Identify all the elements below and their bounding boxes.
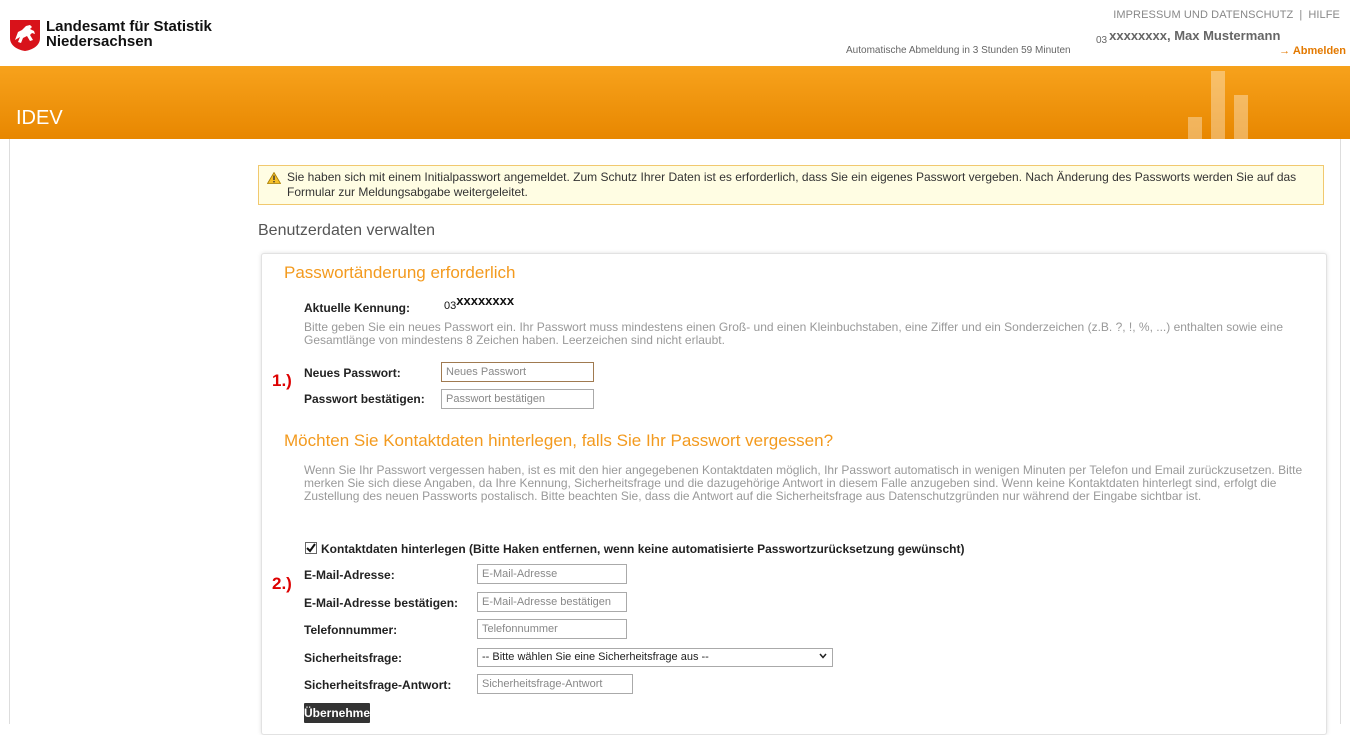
- password-instructions: Bitte geben Sie ein neues Passwort ein. …: [304, 320, 1283, 347]
- email-label: E-Mail-Adresse:: [304, 568, 395, 582]
- contact-description: Wenn Sie Ihr Passwort vergessen haben, i…: [304, 463, 1303, 503]
- submit-button[interactable]: Übernehmen: [304, 703, 377, 723]
- kennung-label: Aktuelle Kennung:: [304, 301, 411, 315]
- user-id-prefix: 03: [1096, 35, 1108, 46]
- lower-saxony-horse-logo-icon: [10, 20, 40, 51]
- app-banner: IDEV: [0, 66, 1350, 139]
- checkmark-icon: [306, 543, 316, 553]
- logout-link[interactable]: → Abmelden: [1279, 45, 1346, 57]
- kennung-prefix: 03: [444, 300, 457, 312]
- confirm-password-label: Passwort bestätigen:: [304, 392, 425, 406]
- top-header: Landesamt für Statistik Niedersachsen IM…: [0, 0, 1350, 66]
- link-separator: |: [1299, 9, 1303, 21]
- warning-text: Sie haben sich mit einem Initialpasswort…: [287, 170, 1297, 199]
- app-title: IDEV: [16, 107, 63, 129]
- phone-label: Telefonnummer:: [304, 623, 398, 637]
- new-password-label: Neues Passwort:: [304, 366, 401, 380]
- warning-icon: [267, 172, 281, 184]
- step-marker-1: 1.): [272, 371, 292, 390]
- user-info: 03 xxxxxxxx, Max Mustermann: [1096, 28, 1280, 46]
- contact-heading: Möchten Sie Kontaktdaten hinterlegen, fa…: [284, 431, 834, 450]
- security-question-select[interactable]: -- Bitte wählen Sie eine Sicherheitsfrag…: [477, 648, 833, 667]
- kennung-value: 03xxxxxxxx: [444, 293, 514, 312]
- help-link[interactable]: HILFE: [1308, 9, 1340, 21]
- email-confirm-input[interactable]: [477, 592, 627, 612]
- brand-line-2: Niedersachsen: [46, 33, 153, 50]
- security-question-selected: -- Bitte wählen Sie eine Sicherheitsfrag…: [482, 651, 709, 663]
- banner-decoration-bar: [1234, 95, 1248, 139]
- kennung-id: xxxxxxxx: [456, 293, 515, 308]
- top-links: IMPRESSUM UND DATENSCHUTZ | HILFE: [1113, 9, 1340, 21]
- store-contact-checkbox[interactable]: [305, 542, 317, 554]
- left-border: [9, 139, 10, 724]
- impressum-link[interactable]: IMPRESSUM UND DATENSCHUTZ: [1113, 9, 1293, 21]
- auto-logout-timer: Automatische Abmeldung in 3 Stunden 59 M…: [846, 45, 1071, 56]
- new-password-input[interactable]: [441, 362, 594, 382]
- banner-decoration-bar: [1211, 71, 1225, 139]
- brand-name: Landesamt für Statistik Niedersachsen: [46, 19, 212, 49]
- email-confirm-label: E-Mail-Adresse bestätigen:: [304, 596, 459, 610]
- phone-input[interactable]: [477, 619, 627, 639]
- confirm-password-input[interactable]: [441, 389, 594, 409]
- security-question-label: Sicherheitsfrage:: [304, 651, 403, 665]
- banner-decoration-bar: [1188, 117, 1202, 139]
- right-border: [1340, 139, 1341, 724]
- store-contact-label[interactable]: Kontaktdaten hinterlegen (Bitte Haken en…: [321, 542, 964, 556]
- security-answer-label: Sicherheitsfrage-Antwort:: [304, 678, 452, 692]
- email-input[interactable]: [477, 564, 627, 584]
- step-marker-2: 2.): [272, 574, 292, 593]
- page-title: Benutzerdaten verwalten: [258, 222, 435, 239]
- chevron-down-icon: [819, 653, 827, 659]
- password-heading: Passwortänderung erforderlich: [284, 263, 516, 282]
- security-answer-input[interactable]: [477, 674, 633, 694]
- brand-line-1: Landesamt für Statistik: [46, 18, 212, 35]
- user-name: xxxxxxxx, Max Mustermann: [1109, 28, 1281, 43]
- initial-password-warning: Sie haben sich mit einem Initialpasswort…: [258, 165, 1324, 205]
